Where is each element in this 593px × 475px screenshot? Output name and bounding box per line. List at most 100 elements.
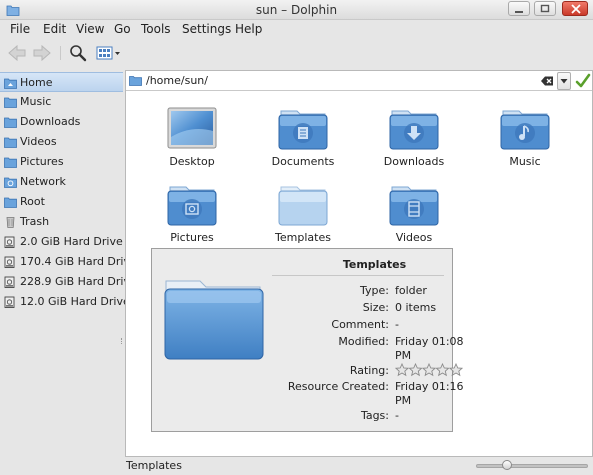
clear-location-icon[interactable] [540,75,554,87]
sidebar-item-label: Home [20,76,53,89]
info-value-type: folder [395,284,427,297]
view-mode-button[interactable] [96,43,122,63]
menu-tools[interactable]: Tools [141,22,171,36]
checkmark-icon[interactable] [575,73,591,89]
sidebar-item-label: Root [20,195,45,208]
info-value-size: 0 items [395,301,437,314]
menu-file[interactable]: File [10,22,30,36]
panel-splitter-handle[interactable] [121,338,123,344]
location-bar: /home/sun/ [126,71,592,91]
sidebar-item-label: Trash [20,215,50,228]
window-title: sun – Dolphin [255,3,338,17]
maximize-button[interactable] [534,1,556,16]
menu-go[interactable]: Go [114,22,131,36]
menu-view[interactable]: View [76,22,104,36]
minimize-icon [515,11,523,13]
information-panel: Templates Type: folder Size: 0 items Com… [151,248,464,432]
info-value-modified: Friday 01:08 PM [395,335,464,362]
sidebar-item-label: Pictures [20,155,64,168]
folder-icon [4,137,17,148]
location-history-dropdown[interactable] [557,72,571,90]
folder-icon [4,157,17,168]
sidebar-item-videos[interactable]: Videos [0,132,123,152]
forward-button[interactable] [31,43,53,63]
close-icon [571,4,581,14]
rating-widget[interactable] [394,362,465,380]
folder-icon [4,117,17,128]
trash-icon [6,217,15,228]
minimize-button[interactable] [508,1,530,16]
sidebar-item-label: Network [20,175,66,188]
sidebar-item-network[interactable]: Network [0,172,123,192]
back-button[interactable] [6,43,28,63]
hard-drive-icon [4,276,15,288]
toolbar-separator [60,46,61,60]
sidebar-item-label: 12.0 GiB Hard Drive [20,295,130,308]
file-item-documents[interactable]: Documents [253,107,353,173]
places-panel: Home Music Downloads Videos Pictures Net… [0,70,137,460]
info-value-resource-created: Friday 01:16 PM [395,380,464,407]
downloads-folder-icon [389,110,439,150]
file-item-label: Documents [271,155,335,168]
file-item-music[interactable]: Music [475,107,575,173]
hard-drive-icon [4,296,15,308]
info-key-modified: Modified: [338,335,389,348]
music-folder-icon [500,110,550,150]
file-item-label: Videos [395,231,433,244]
title-bar: sun – Dolphin [0,0,593,20]
menu-bar: File Edit View Go Tools Settings Help [0,20,593,38]
info-key-comment: Comment: [331,318,389,331]
info-key-type: Type: [360,284,389,297]
file-item-label: Desktop [169,155,215,168]
arrow-left-icon [8,44,26,62]
file-item-templates[interactable]: Templates [253,183,353,249]
info-value-tags[interactable]: - [395,409,475,423]
file-item-pictures[interactable]: Pictures [142,183,242,249]
zoom-slider-handle[interactable] [502,460,513,470]
folder-icon [129,76,142,86]
toolbar [0,40,593,66]
folder-icon [4,197,17,208]
file-item-videos[interactable]: Videos [364,183,464,249]
close-button[interactable] [562,1,588,16]
network-folder-icon [4,177,17,188]
sidebar-item-drive-2[interactable]: 170.4 GiB Hard Drive [0,252,137,272]
sidebar-item-label: Downloads [20,115,81,128]
sidebar-item-drive-1[interactable]: 2.0 GiB Hard Drive [0,232,123,252]
location-path-input[interactable]: /home/sun/ [146,74,208,87]
desktop-icon [167,107,217,149]
file-item-label: Downloads [383,155,445,168]
sidebar-item-pictures[interactable]: Pictures [0,152,123,172]
menu-help[interactable]: Help [235,22,262,36]
file-view[interactable]: /home/sun/ Desktop Documents Downloads M… [125,70,593,457]
menu-edit[interactable]: Edit [43,22,66,36]
sidebar-item-root[interactable]: Root [0,192,123,212]
folder-preview-icon [164,280,264,360]
sidebar-item-drive-3[interactable]: 228.9 GiB Hard Drive [0,272,137,292]
file-item-downloads[interactable]: Downloads [364,107,464,173]
info-title: Templates [342,258,407,271]
maximize-icon [540,4,550,13]
search-button[interactable] [67,43,89,63]
sidebar-item-drive-4[interactable]: 12.0 GiB Hard Drive [0,292,130,312]
sidebar-item-label: Videos [20,135,57,148]
info-divider [272,275,444,276]
sidebar-item-label: Music [20,95,52,108]
chevron-down-icon [560,79,568,84]
file-item-label: Templates [275,231,331,244]
file-item-label: Pictures [170,231,214,244]
pictures-folder-icon [167,186,217,226]
menu-settings[interactable]: Settings [182,22,231,36]
info-key-resource-created: Resource Created: [287,380,389,393]
hard-drive-icon [4,256,15,268]
file-item-desktop[interactable]: Desktop [142,107,242,173]
status-bar: Templates [0,457,593,475]
sidebar-item-home[interactable]: Home [0,72,123,92]
info-value-comment[interactable]: - [395,318,475,332]
sidebar-item-music[interactable]: Music [0,92,123,112]
sidebar-item-downloads[interactable]: Downloads [0,112,123,132]
zoom-slider[interactable] [476,464,588,468]
home-folder-icon [4,78,17,89]
sidebar-item-trash[interactable]: Trash [0,212,123,232]
templates-folder-icon [278,186,328,226]
